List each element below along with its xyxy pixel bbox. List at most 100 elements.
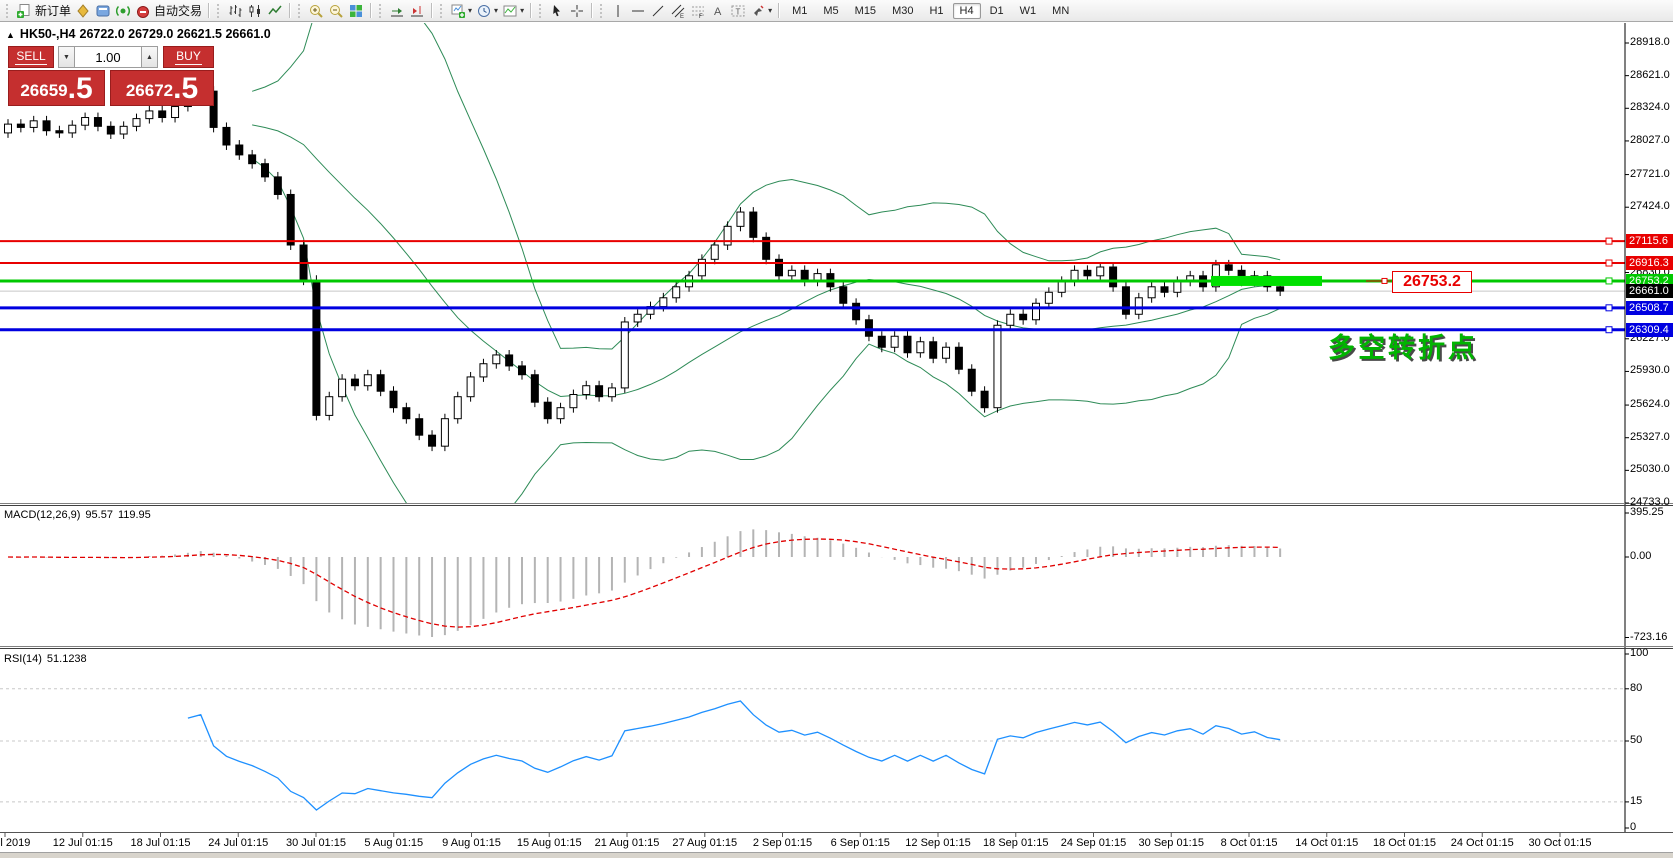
new-chart-button[interactable]: ▾	[448, 1, 474, 21]
new-order-button[interactable]: 新订单	[14, 1, 73, 21]
chart-template-button[interactable]: ▾	[500, 1, 526, 21]
time-axis-label[interactable]: 8 Oct 01:15	[1221, 837, 1278, 849]
zoom-out-button[interactable]	[326, 1, 346, 21]
time-axis-label[interactable]: 24 Jul 01:15	[208, 837, 268, 849]
time-axis-label[interactable]: 14 Oct 01:15	[1295, 837, 1358, 849]
toolbar-button-label: 自动交易	[154, 2, 202, 19]
volume-increase-button[interactable]: ▲	[141, 46, 158, 68]
time-axis-label[interactable]: 30 Oct 01:15	[1529, 837, 1592, 849]
macd-signal-value: 119.95	[118, 509, 151, 521]
sell-button[interactable]: SELL	[8, 46, 54, 68]
arrows-icon	[750, 3, 766, 19]
sell-price-fraction: .5	[68, 74, 93, 104]
trendline-button[interactable]	[648, 1, 668, 21]
price-axis-tick: 28621.0	[1630, 69, 1670, 81]
rsi-name: RSI(14)	[4, 653, 42, 665]
time-axis-label[interactable]: 24 Sep 01:15	[1061, 837, 1126, 849]
timeframe-w1[interactable]: W1	[1013, 3, 1044, 19]
timeframe-h4[interactable]: H4	[953, 3, 981, 19]
time-axis-label[interactable]: 24 Oct 01:15	[1451, 837, 1514, 849]
navigator-button[interactable]	[93, 1, 113, 21]
toolbar-separator	[208, 3, 210, 18]
trendline-icon	[650, 3, 666, 19]
support-line-2-label: 26309.4	[1626, 323, 1673, 337]
chevron-down-icon: ▾	[494, 6, 498, 15]
clock-button[interactable]: ▾	[474, 1, 500, 21]
timeframe-m30[interactable]: M30	[885, 3, 920, 19]
rsi-axis-tick: 100	[1630, 647, 1648, 659]
toolbar-separator	[370, 3, 372, 18]
chart-canvas[interactable]	[0, 0, 1673, 858]
time-axis-label[interactable]: 5 Aug 01:15	[364, 837, 423, 849]
time-axis-label[interactable]: 3 Jul 2019	[0, 837, 30, 849]
time-axis-label[interactable]: 15 Aug 01:15	[517, 837, 582, 849]
volume-decrease-button[interactable]: ▼	[58, 46, 75, 68]
buy-price-display[interactable]: 26672.5	[110, 70, 214, 106]
collapse-panel-icon[interactable]: ▲	[6, 30, 15, 40]
fibonacci-button[interactable]: F	[688, 1, 708, 21]
timeframe-h1[interactable]: H1	[922, 3, 950, 19]
cursor-button[interactable]	[547, 1, 567, 21]
time-axis-label[interactable]: 30 Jul 01:15	[286, 837, 346, 849]
volume-input[interactable]: 1.00	[75, 46, 141, 68]
text-label-button[interactable]: T	[728, 1, 748, 21]
time-axis-label[interactable]: 12 Sep 01:15	[905, 837, 970, 849]
price-axis-tick: 27721.0	[1630, 168, 1670, 180]
time-axis-label[interactable]: 12 Jul 01:15	[53, 837, 113, 849]
candlestick-chart-button[interactable]	[245, 1, 265, 21]
macd-label: MACD(12,26,9)95.57119.95	[4, 509, 156, 521]
chart-shift-button[interactable]	[407, 1, 427, 21]
timeframe-m15[interactable]: M15	[848, 3, 883, 19]
volume-stepper: ▼ 1.00 ▲	[58, 46, 158, 68]
timeframe-m5[interactable]: M5	[816, 3, 845, 19]
navigator-icon	[95, 3, 111, 19]
annotation-text[interactable]: 多空转折点	[1328, 326, 1478, 365]
timeframe-d1[interactable]: D1	[983, 3, 1011, 19]
rsi-axis-tick: 80	[1630, 682, 1642, 694]
resistance-line-2-label: 26916.3	[1626, 256, 1673, 270]
vertical-line-button[interactable]	[608, 1, 628, 21]
time-axis-label[interactable]: 6 Sep 01:15	[831, 837, 890, 849]
tile-windows-button[interactable]	[346, 1, 366, 21]
chevron-down-icon: ▾	[520, 6, 524, 15]
horizontal-line-button[interactable]	[628, 1, 648, 21]
timeframe-m1[interactable]: M1	[785, 3, 814, 19]
equidistant-channel-button[interactable]: E	[668, 1, 688, 21]
arrows-button[interactable]: ▾	[748, 1, 774, 21]
fibonacci-icon: F	[690, 3, 706, 19]
horizontal-line-icon	[630, 3, 646, 19]
macd-axis-tick: 0.00	[1630, 550, 1651, 562]
time-axis-label[interactable]: 2 Sep 01:15	[753, 837, 812, 849]
time-axis-label[interactable]: 27 Aug 01:15	[672, 837, 737, 849]
arrow-down-icon: ▼	[63, 54, 70, 61]
line-chart-button[interactable]	[265, 1, 285, 21]
sell-price-display[interactable]: 26659.5	[8, 70, 105, 106]
text-button[interactable]: A	[708, 1, 728, 21]
toolbar-grip	[440, 4, 445, 18]
price-callout[interactable]: 26753.2	[1392, 271, 1472, 293]
price-axis-tick: 28027.0	[1630, 134, 1670, 146]
time-axis-label[interactable]: 18 Jul 01:15	[131, 837, 191, 849]
autotrading-button[interactable]: 自动交易	[133, 1, 204, 21]
crosshair-button[interactable]	[567, 1, 587, 21]
bars-chart-button[interactable]	[225, 1, 245, 21]
time-axis-label[interactable]: 21 Aug 01:15	[595, 837, 660, 849]
time-axis-label[interactable]: 30 Sep 01:15	[1139, 837, 1204, 849]
zoom-in-button[interactable]	[306, 1, 326, 21]
svg-text:T: T	[736, 7, 741, 16]
one-click-trading-panel: SELL ▼ 1.00 ▲ BUY 26659.5 26672.5	[8, 46, 221, 106]
market-watch-button[interactable]	[73, 1, 93, 21]
signals-button[interactable]	[113, 1, 133, 21]
buy-button[interactable]: BUY	[163, 46, 214, 68]
buy-price: 26672	[126, 77, 173, 104]
time-axis-label[interactable]: 18 Sep 01:15	[983, 837, 1048, 849]
time-axis-label[interactable]: 9 Aug 01:15	[442, 837, 501, 849]
auto-scroll-button[interactable]	[387, 1, 407, 21]
toolbar-separator	[431, 3, 433, 18]
time-axis-label[interactable]: 18 Oct 01:15	[1373, 837, 1436, 849]
toolbar: 新订单 自动交易 ▾ ▾ ▾ EFAT ▾ M1M5M15M30H1H4D1W1MN	[0, 0, 1673, 22]
support-line-1-label: 26508.7	[1626, 301, 1673, 315]
timeframe-mn[interactable]: MN	[1045, 3, 1076, 19]
chevron-down-icon: ▾	[768, 6, 772, 15]
rsi-axis-tick: 15	[1630, 795, 1642, 807]
